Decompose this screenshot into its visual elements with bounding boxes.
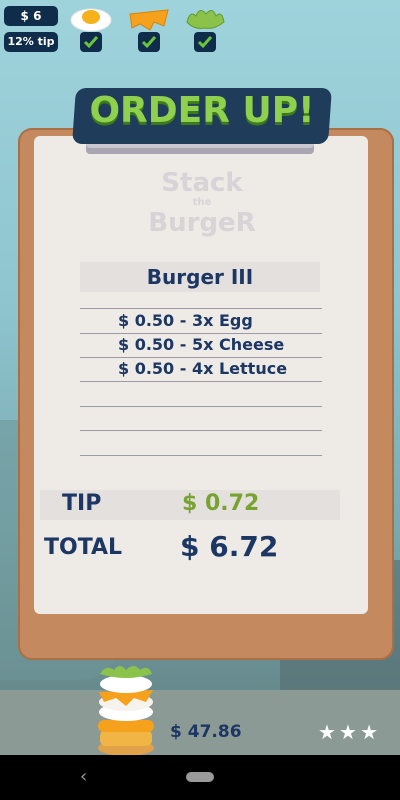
- ingredient-cheese: [124, 2, 174, 54]
- receipt-line: [80, 406, 322, 407]
- order-up-banner: ORDER UP!: [72, 88, 332, 150]
- burger-name: Burger III: [80, 262, 320, 292]
- receipt-line: [80, 430, 322, 431]
- receipt-line: [80, 455, 322, 456]
- game-logo: Stack the BurgeR: [140, 168, 264, 242]
- check-badge: [80, 32, 102, 52]
- page-title: ORDER UP!: [89, 90, 315, 131]
- order-item-cheese: $ 0.50 - 5x Cheese: [118, 335, 285, 354]
- logo-line-3: BurgeR: [148, 208, 256, 238]
- star-icon: ★: [360, 720, 378, 744]
- check-badge: [194, 32, 216, 52]
- receipt-line: [80, 308, 322, 309]
- star-icon: ★: [339, 720, 357, 744]
- burger-stack: [98, 666, 154, 756]
- total-value: $ 6.72: [180, 530, 279, 563]
- tip-value: $ 0.72: [182, 491, 260, 516]
- tip-label: TIP: [62, 491, 102, 516]
- receipt-line: [80, 381, 322, 382]
- star-icon: ★: [318, 720, 336, 744]
- total-label: TOTAL: [44, 535, 123, 560]
- money-counter: $ 6: [4, 6, 58, 26]
- logo-line-2: the: [192, 197, 212, 208]
- check-badge: [138, 32, 160, 52]
- lettuce-icon: [186, 10, 225, 29]
- star-rating: ★ ★ ★: [318, 720, 382, 744]
- order-item-egg: $ 0.50 - 3x Egg: [118, 311, 253, 330]
- total-earnings: $ 47.86: [170, 722, 242, 742]
- checkmark-icon: [141, 36, 157, 49]
- tip-percent-badge: 12% tip: [4, 32, 58, 52]
- checkmark-icon: [83, 36, 99, 49]
- egg-icon: [70, 8, 112, 32]
- back-icon[interactable]: ‹: [80, 765, 87, 789]
- ingredient-lettuce: [180, 2, 230, 54]
- ingredient-egg: [66, 2, 116, 54]
- home-button[interactable]: [186, 772, 214, 782]
- checkmark-icon: [197, 36, 213, 49]
- logo-line-1: Stack: [161, 168, 243, 198]
- order-item-lettuce: $ 0.50 - 4x Lettuce: [118, 359, 288, 378]
- cheese-icon: [129, 9, 169, 31]
